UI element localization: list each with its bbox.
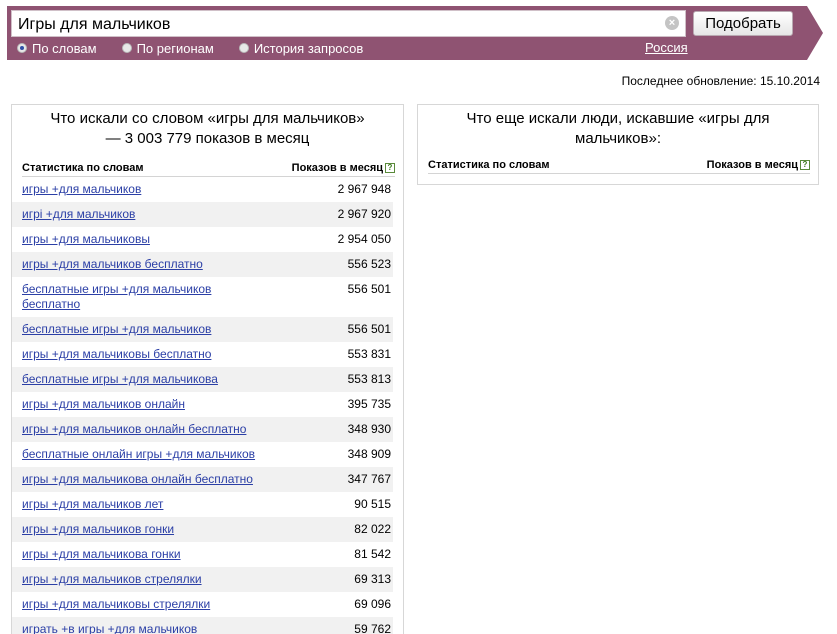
help-icon[interactable]: ? [800, 159, 810, 170]
radio-checked-icon [17, 43, 27, 53]
impressions-count: 2 967 920 [337, 207, 391, 221]
keyword-link[interactable]: игры +для мальчиковы стрелялки [22, 597, 210, 612]
impressions-count: 2 967 948 [337, 182, 391, 196]
keyword-link[interactable]: игры +для мальчиков онлайн [22, 397, 185, 412]
impressions-count: 395 735 [347, 397, 391, 411]
impressions-count: 556 501 [347, 282, 391, 296]
impressions-count: 553 831 [347, 347, 391, 361]
table-row: игры +для мальчиков стрелялки 69 313 [12, 567, 393, 592]
header-arrow-decoration [807, 6, 823, 60]
submit-button[interactable]: Подобрать [693, 11, 793, 36]
tab-by-regions[interactable]: По регионам [121, 40, 214, 56]
panel-title: Что еще искали люди, искавшие «игры для … [466, 110, 770, 147]
table-row: игры +для мальчикова гонки 81 542 [22, 542, 393, 567]
tab-label: По словам [32, 40, 97, 56]
impressions-count: 556 501 [347, 322, 391, 336]
column-shows-header: Показов в месяц? [292, 162, 395, 174]
related-words-panel: Что искали со словом «игры для мальчиков… [11, 104, 404, 634]
table-row: игры +для мальчиковы бесплатно 553 831 [22, 342, 393, 367]
search-mode-tabs: По словам По регионам История запросов [17, 40, 388, 56]
impressions-count: 348 930 [347, 422, 391, 436]
table-row: игры +для мальчиковы 2 954 050 [22, 227, 393, 252]
impressions-count: 81 542 [354, 547, 391, 561]
table-row: бесплатные игры +для мальчиков 556 501 [12, 317, 393, 342]
impressions-count: 69 096 [354, 597, 391, 611]
help-icon[interactable]: ? [385, 162, 395, 173]
keyword-link[interactable]: игры +для мальчикова онлайн бесплатно [22, 472, 253, 487]
keyword-link[interactable]: игры +для мальчиков стрелялки [22, 572, 202, 587]
keyword-link[interactable]: бесплатные игры +для мальчикова [22, 372, 218, 387]
column-shows-header: Показов в месяц? [707, 159, 810, 171]
tab-by-words[interactable]: По словам [17, 41, 97, 56]
keyword-link[interactable]: игры +для мальчиковы [22, 232, 150, 247]
table-row: игры +для мальчиков 2 967 948 [22, 177, 393, 202]
column-stats-header: Статистика по словам [428, 158, 550, 171]
impressions-count: 553 813 [347, 372, 391, 386]
table-row: играть +в игры +для мальчиков 59 762 [12, 617, 393, 634]
impressions-count: 59 762 [354, 622, 391, 634]
keyword-link[interactable]: бесплатные онлайн игры +для мальчиков [22, 447, 255, 462]
keyword-link[interactable]: игры +для мальчиков онлайн бесплатно [22, 422, 246, 437]
table-row: бесплатные игры +для мальчиков бесплатно… [22, 277, 393, 317]
keyword-link[interactable]: бесплатные игры +для мальчиков [22, 322, 211, 337]
table-row: игрi +для мальчиков 2 967 920 [12, 202, 393, 227]
impressions-count: 90 515 [354, 497, 391, 511]
keyword-link[interactable]: игры +для мальчиков [22, 182, 141, 197]
keyword-link[interactable]: игры +для мальчиков бесплатно [22, 257, 203, 272]
impressions-count: 69 313 [354, 572, 391, 586]
radio-unchecked-icon [238, 43, 249, 53]
word-list: игры +для мальчиков 2 967 948 игрi +для ма… [12, 177, 393, 634]
region-link[interactable]: Россия [645, 40, 688, 55]
table-header: Статистика по словам Показов в месяц? [428, 156, 810, 174]
impressions-count: 347 767 [347, 472, 391, 486]
keyword-link[interactable]: игры +для мальчиков лет [22, 497, 163, 512]
impressions-count: 82 022 [354, 522, 391, 536]
keyword-link[interactable]: игры +для мальчиков гонки [22, 522, 174, 537]
keyword-link[interactable]: игры +для мальчиковы бесплатно [22, 347, 211, 362]
impressions-count: 2 954 050 [337, 232, 391, 246]
table-header: Статистика по словам Показов в месяц? [22, 159, 395, 177]
keyword-link[interactable]: бесплатные игры +для мальчиков бесплатно [22, 282, 262, 312]
tab-label: По регионам [136, 40, 214, 56]
table-row: игры +для мальчиков бесплатно 556 523 [12, 252, 393, 277]
also-searched-panel: Что еще искали люди, искавшие «игры для … [417, 104, 819, 185]
panel-title: Что искали со словом «игры для мальчиков… [50, 110, 365, 147]
table-row: бесплатные игры +для мальчикова 553 813 [12, 367, 393, 392]
table-row: игры +для мальчиковы стрелялки 69 096 [22, 592, 393, 617]
keyword-link[interactable]: игрi +для мальчиков [22, 207, 135, 222]
keyword-link[interactable]: игры +для мальчикова гонки [22, 547, 181, 562]
tab-label: История запросов [253, 40, 364, 56]
impressions-count: 348 909 [347, 447, 391, 461]
last-update: Последнее обновление: 15.10.2014 [621, 74, 820, 88]
column-stats-header: Статистика по словам [22, 161, 144, 174]
table-row: игры +для мальчиков онлайн бесплатно 348 … [12, 417, 393, 442]
tab-history[interactable]: История запросов [238, 40, 364, 56]
radio-unchecked-icon [121, 43, 132, 53]
table-row: игры +для мальчиков онлайн 395 735 [22, 392, 393, 417]
search-input[interactable] [11, 10, 686, 37]
table-row: игры +для мальчикова онлайн бесплатно 347… [12, 467, 393, 492]
clear-icon[interactable]: × [665, 16, 679, 30]
table-row: бесплатные онлайн игры +для мальчиков 348… [22, 442, 393, 467]
table-row: игры +для мальчиков лет 90 515 [22, 492, 393, 517]
impressions-count: 556 523 [347, 257, 391, 271]
keyword-link[interactable]: играть +в игры +для мальчиков [22, 622, 197, 634]
table-row: игры +для мальчиков гонки 82 022 [12, 517, 393, 542]
